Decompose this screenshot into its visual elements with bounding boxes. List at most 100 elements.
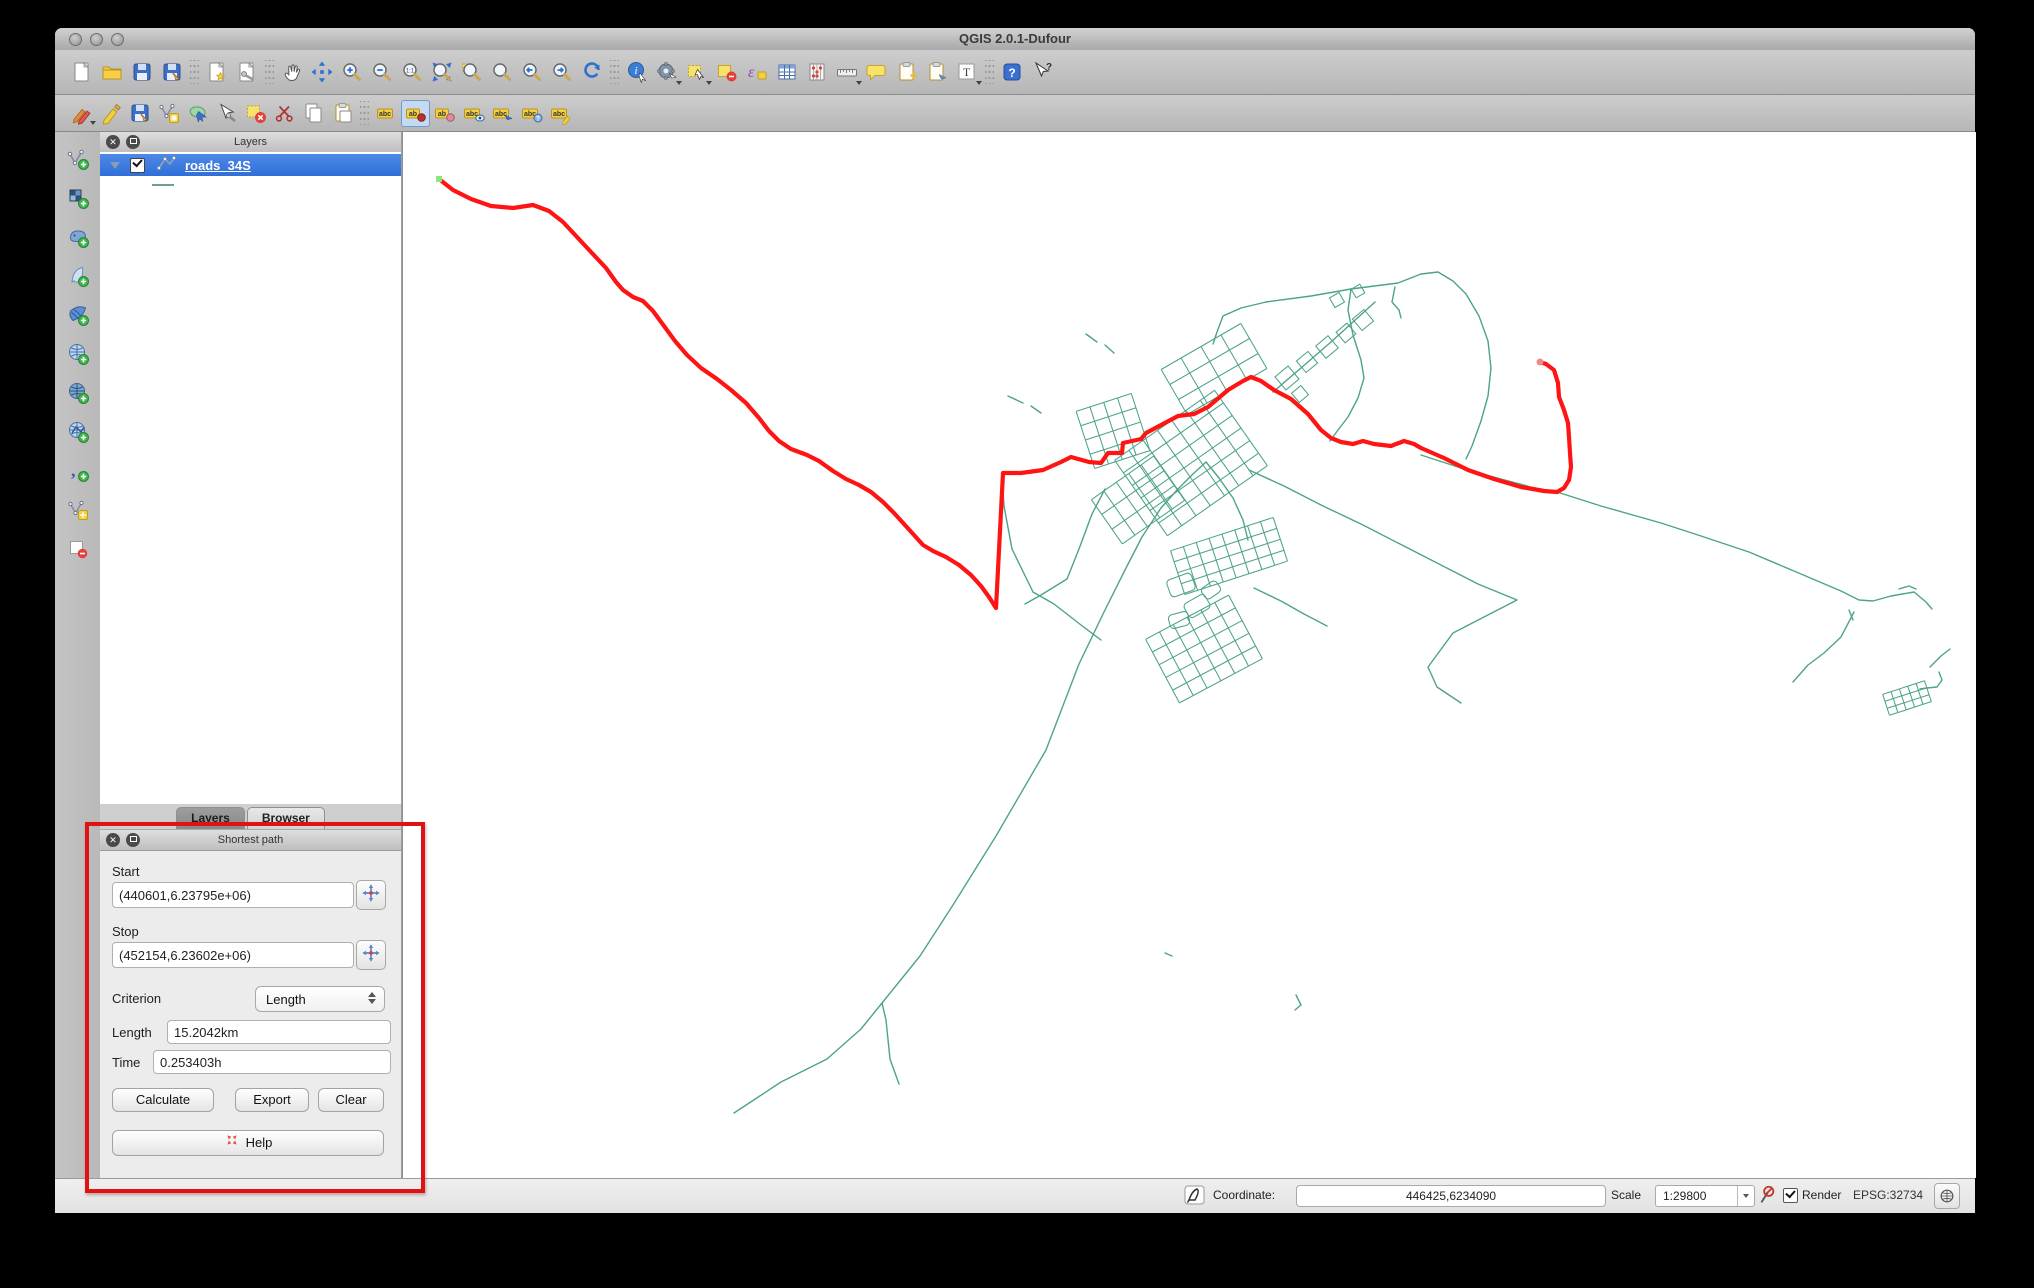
paste-features-icon[interactable] (328, 100, 357, 127)
stop-input[interactable] (112, 942, 354, 968)
deselect-all-icon[interactable] (712, 57, 742, 87)
cut-features-icon[interactable] (270, 100, 299, 127)
zoom-native-icon[interactable]: 1:1 (397, 57, 427, 87)
zoom-to-selection-icon[interactable] (457, 57, 487, 87)
zoom-to-layer-icon[interactable] (487, 57, 517, 87)
export-button[interactable]: Export (235, 1088, 309, 1112)
node-tool-icon[interactable] (212, 100, 241, 127)
add-wfs-layer-icon[interactable] (63, 417, 93, 447)
time-output[interactable] (153, 1050, 391, 1074)
coordinate-input[interactable]: 446425,6234090 (1296, 1185, 1606, 1207)
save-layer-edits-icon[interactable] (125, 100, 154, 127)
map-canvas[interactable] (402, 132, 1976, 1178)
criterion-select[interactable]: Length (255, 986, 385, 1012)
zoom-next-icon[interactable] (547, 57, 577, 87)
layers-panel-title: Layers (233, 136, 268, 148)
toolbar-separator (610, 60, 619, 84)
open-project-icon[interactable] (97, 57, 127, 87)
pan-map-icon[interactable] (277, 57, 307, 87)
title-bar[interactable]: QGIS 2.0.1-Dufour (55, 28, 1975, 51)
label-pin-icon[interactable]: ab (401, 99, 430, 127)
zoom-full-icon[interactable] (427, 57, 457, 87)
render-checkbox[interactable] (1783, 1188, 1798, 1203)
layer-visibility-checkbox[interactable] (130, 157, 145, 173)
new-project-icon[interactable] (67, 57, 97, 87)
help-button[interactable]: Help (112, 1130, 384, 1156)
open-attribute-table-icon[interactable] (772, 57, 802, 87)
tab-browser[interactable]: Browser (246, 807, 325, 829)
add-mssql-layer-icon[interactable] (63, 300, 93, 330)
svg-text:ab: ab (437, 111, 445, 118)
zoom-out-icon[interactable] (367, 57, 397, 87)
add-wms-layer-icon[interactable] (63, 339, 93, 369)
new-shapefile-layer-icon[interactable] (63, 495, 93, 525)
chevron-down-icon (1737, 1186, 1754, 1206)
labeling-icon[interactable]: abc (372, 100, 401, 127)
toggle-editing-icon[interactable] (96, 100, 125, 127)
remove-layer-icon[interactable] (63, 534, 93, 564)
add-raster-layer-icon[interactable] (63, 183, 93, 213)
identify-features-icon[interactable]: i (622, 57, 652, 87)
save-project-icon[interactable] (127, 57, 157, 87)
save-project-as-icon[interactable] (157, 57, 187, 87)
add-wcs-layer-icon[interactable] (63, 378, 93, 408)
copy-features-icon[interactable] (299, 100, 328, 127)
refresh-icon[interactable] (577, 57, 607, 87)
add-feature-icon[interactable] (154, 100, 183, 127)
show-bookmarks-icon[interactable] (922, 57, 952, 87)
select-by-expression-icon[interactable]: ε (742, 57, 772, 87)
crs-globe-icon[interactable] (1934, 1183, 1960, 1209)
text-annotation-icon[interactable]: T (952, 57, 982, 87)
digitizing-label-toolbar: abc ab ab abc abc abc? abc (55, 95, 1975, 132)
label-move-icon[interactable]: ab (430, 100, 459, 127)
map-tips-icon[interactable] (862, 57, 892, 87)
render-label: Render (1802, 1188, 1842, 1202)
capture-stop-point-button[interactable] (356, 940, 386, 970)
layers-list: roads_34S (100, 152, 401, 804)
toolbar-separator (360, 101, 369, 125)
scale-select[interactable]: 1:29800 (1655, 1185, 1755, 1207)
add-spatialite-layer-icon[interactable] (63, 261, 93, 291)
window-title: QGIS 2.0.1-Dufour (959, 31, 1071, 46)
run-feature-action-icon[interactable] (652, 57, 682, 87)
current-edits-icon[interactable] (67, 100, 96, 127)
svg-text:?: ? (536, 116, 540, 123)
messages-icon[interactable] (1183, 1183, 1207, 1207)
svg-text:1:1: 1:1 (406, 69, 415, 75)
toolbar-separator (190, 60, 199, 84)
zoom-in-icon[interactable] (337, 57, 367, 87)
add-vector-layer-icon[interactable] (63, 144, 93, 174)
pan-to-selection-icon[interactable] (307, 57, 337, 87)
stop-render-icon[interactable] (1755, 1184, 1777, 1206)
capture-start-point-button[interactable] (356, 880, 386, 910)
calculate-button[interactable]: Calculate (112, 1088, 214, 1112)
help-contents-icon[interactable]: ? (997, 57, 1027, 87)
start-input[interactable] (112, 882, 354, 908)
label-edit-icon[interactable]: abc (546, 100, 575, 127)
layer-row[interactable]: roads_34S (100, 154, 401, 176)
composer-manager-icon[interactable] (232, 57, 262, 87)
clear-button[interactable]: Clear (318, 1088, 384, 1112)
delete-selected-icon[interactable] (241, 100, 270, 127)
length-output[interactable] (167, 1020, 391, 1044)
new-composer-icon[interactable] (202, 57, 232, 87)
zoom-last-icon[interactable] (517, 57, 547, 87)
move-feature-icon[interactable] (183, 100, 212, 127)
add-postgis-layer-icon[interactable] (63, 222, 93, 252)
tab-layers[interactable]: Layers (176, 807, 245, 829)
whats-this-icon[interactable]: ? (1027, 57, 1057, 87)
new-bookmark-icon[interactable] (892, 57, 922, 87)
label-visibility-icon[interactable]: abc (459, 100, 488, 127)
svg-text:abc: abc (378, 111, 390, 118)
stepper-arrows-icon (368, 992, 376, 1004)
label-properties-icon[interactable]: abc? (517, 100, 546, 127)
path-end-marker (1536, 358, 1544, 366)
select-features-icon[interactable] (682, 57, 712, 87)
measure-icon[interactable] (832, 57, 862, 87)
add-delimited-text-layer-icon[interactable]: , (63, 456, 93, 486)
label-rotate-icon[interactable]: abc (488, 100, 517, 127)
svg-text:T: T (963, 65, 971, 79)
chevron-down-icon[interactable] (110, 161, 120, 169)
help-arrows-icon (224, 1132, 240, 1155)
field-calculator-icon[interactable] (802, 57, 832, 87)
